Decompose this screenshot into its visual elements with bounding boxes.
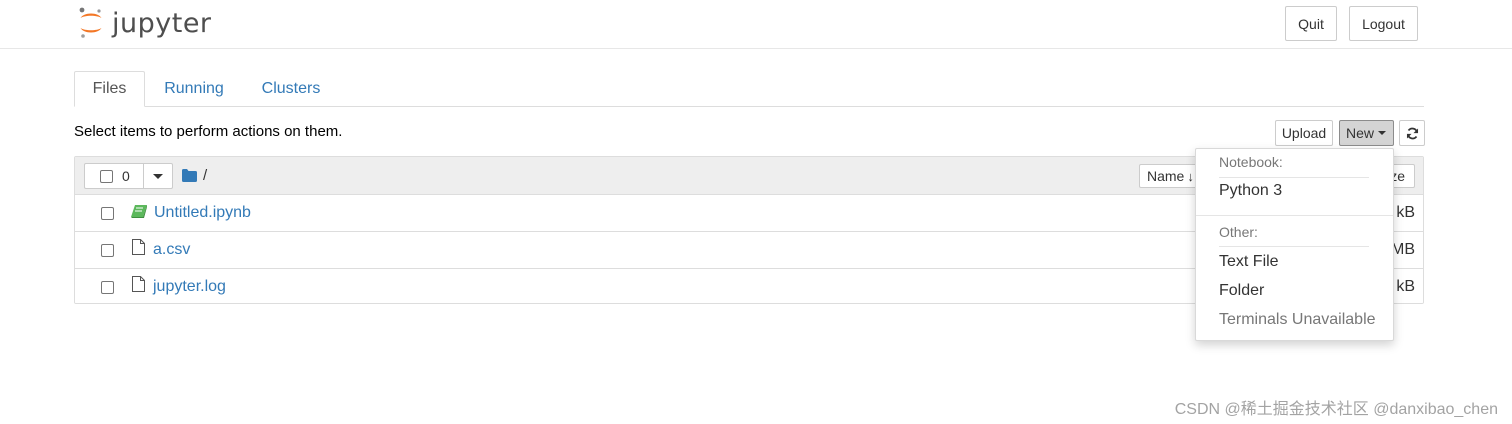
row-checkbox[interactable]: [101, 207, 114, 220]
logout-button[interactable]: Logout: [1349, 6, 1418, 41]
file-size: kB: [1396, 278, 1415, 295]
new-button-label: New: [1346, 125, 1375, 141]
select-all-group: 0: [84, 163, 173, 189]
menu-item-python3[interactable]: Python 3: [1219, 182, 1282, 200]
select-all-checkbox[interactable]: [100, 170, 113, 183]
file-icon: [132, 239, 145, 255]
tab-clusters[interactable]: Clusters: [248, 71, 334, 107]
menu-divider: [1196, 215, 1393, 216]
section-rule: [1219, 177, 1369, 178]
section-rule: [1219, 246, 1369, 247]
row-checkbox[interactable]: [101, 244, 114, 257]
file-size: kB: [1396, 204, 1415, 221]
selected-count: 0: [122, 168, 130, 184]
new-button[interactable]: New: [1339, 120, 1394, 146]
caret-down-icon: [153, 174, 163, 179]
select-menu-toggle[interactable]: [144, 164, 172, 188]
upload-button[interactable]: Upload: [1275, 120, 1333, 146]
watermark: CSDN @稀土掘金技术社区 @danxibao_chen: [1174, 401, 1498, 418]
row-checkbox[interactable]: [101, 281, 114, 294]
brand-name: jupyter: [112, 7, 212, 39]
notebook-section-header: Notebook:: [1219, 154, 1283, 170]
menu-item-folder[interactable]: Folder: [1219, 282, 1264, 300]
menu-item-terminals-unavailable: Terminals Unavailable: [1219, 311, 1376, 328]
refresh-icon: [1406, 127, 1418, 139]
caret-down-icon: [1378, 131, 1387, 135]
tab-files[interactable]: Files: [74, 71, 145, 107]
file-name-link[interactable]: Untitled.ipynb: [154, 204, 251, 222]
file-icon: [132, 276, 145, 292]
jupyter-logo-mark-icon: [78, 6, 104, 40]
file-size: MB: [1391, 241, 1415, 258]
other-section-header: Other:: [1219, 224, 1258, 240]
refresh-button[interactable]: [1399, 120, 1425, 146]
file-name-link[interactable]: jupyter.log: [153, 278, 226, 296]
new-dropdown-menu: Notebook: Python 3 Other: Text File Fold…: [1195, 148, 1394, 341]
tab-running[interactable]: Running: [150, 71, 238, 107]
breadcrumb: /: [182, 166, 207, 184]
breadcrumb-root[interactable]: /: [203, 167, 207, 184]
header-bar: jupyter Quit Logout: [0, 0, 1512, 49]
notebook-icon: [131, 205, 147, 218]
folder-icon[interactable]: [182, 168, 197, 182]
jupyter-logo[interactable]: jupyter: [78, 5, 212, 41]
quit-button[interactable]: Quit: [1285, 6, 1337, 41]
name-sort-label: Name: [1147, 168, 1185, 184]
file-name-link[interactable]: a.csv: [153, 241, 190, 259]
menu-item-text-file[interactable]: Text File: [1219, 253, 1279, 271]
sort-arrow-icon: ↓: [1187, 168, 1194, 184]
selection-hint: Select items to perform actions on them.: [74, 123, 343, 140]
